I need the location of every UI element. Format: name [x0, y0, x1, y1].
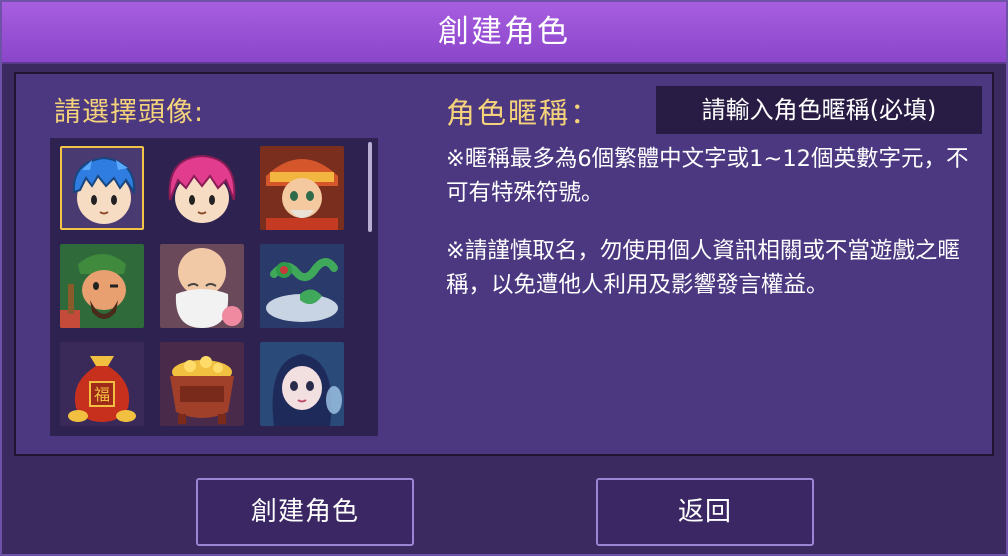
nickname-rule-notice: ※暱稱最多為6個繁體中文字或1~12個英數字元，不可有特殊符號。 — [446, 146, 969, 206]
nickname-input[interactable] — [656, 86, 982, 134]
pink-hair-girl-avatar-icon — [160, 146, 244, 230]
nickname-caution-notice: ※請謹慎取名，勿使用個人資訊相關或不當遊戲之暱稱，以免遭他人利用及影響發言權益。 — [446, 238, 960, 298]
fortune-god-avatar-icon — [260, 146, 344, 230]
avatar-section-label: 請選擇頭像: — [54, 97, 205, 128]
svg-text:福: 福 — [94, 385, 110, 404]
dialog-title: 創建角色 — [438, 14, 570, 50]
avatar-option-blue-hair-lady[interactable] — [260, 342, 344, 426]
gold-treasure-pot-avatar-icon — [160, 342, 244, 426]
avatar-option-pink-hair-girl[interactable] — [160, 146, 244, 230]
create-character-dialog: 創建角色 請選擇頭像: 福 角色暱稱： 請輸入角色暱稱(必填) ※暱稱最多為6個… — [0, 0, 1008, 556]
avatar-option-gold-treasure-pot[interactable] — [160, 342, 244, 426]
avatar-option-blue-hair-boy[interactable] — [60, 146, 144, 230]
longevity-elder-avatar-icon — [160, 244, 244, 328]
dialog-titlebar: 創建角色 — [2, 2, 1006, 64]
blue-hair-lady-avatar-icon — [260, 342, 344, 426]
avatar-option-longevity-elder[interactable] — [160, 244, 244, 328]
avatar-option-guan-gong[interactable] — [60, 244, 144, 328]
back-button[interactable]: 返回 — [596, 478, 814, 546]
blue-hair-boy-avatar-icon — [62, 148, 142, 228]
avatar-option-fortune-god[interactable] — [260, 146, 344, 230]
avatar-grid-scrollbar[interactable] — [368, 142, 372, 232]
nickname-label: 角色暱稱： — [446, 96, 602, 130]
avatar-grid: 福 — [50, 138, 378, 436]
create-character-button[interactable]: 創建角色 — [196, 478, 414, 546]
dialog-content: 請選擇頭像: 福 角色暱稱： 請輸入角色暱稱(必填) ※暱稱最多為6個繁體中文字… — [14, 72, 994, 456]
fu-money-bag-avatar-icon: 福 — [60, 342, 144, 426]
avatar-option-fu-money-bag[interactable]: 福 — [60, 342, 144, 426]
guan-gong-avatar-icon — [60, 244, 144, 328]
jade-ruyi-avatar-icon — [260, 244, 344, 328]
avatar-option-jade-ruyi[interactable] — [260, 244, 344, 328]
